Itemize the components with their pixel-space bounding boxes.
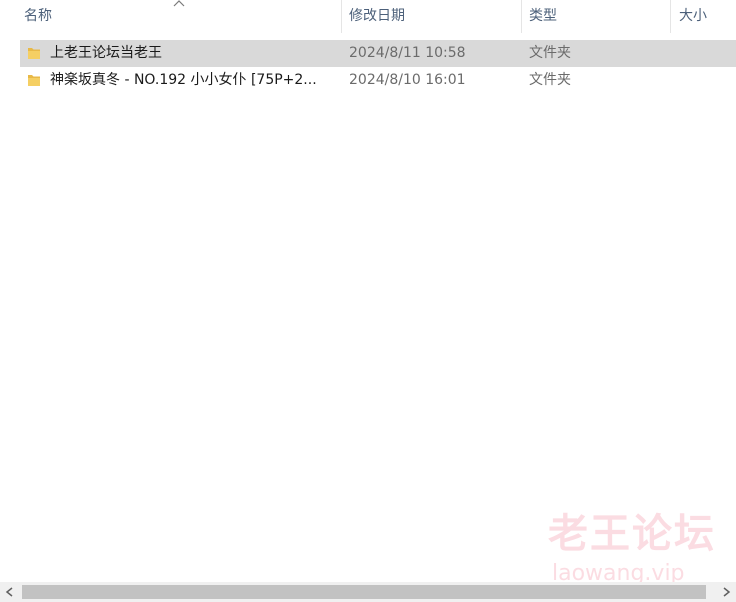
file-name: 神楽坂真冬 - NO.192 小小女仆 [75P+2...: [50, 72, 317, 88]
file-type: 文件夹: [529, 72, 571, 88]
folder-icon: [28, 48, 40, 59]
file-row[interactable]: 神楽坂真冬 - NO.192 小小女仆 [75P+2... 2024/8/10 …: [20, 67, 736, 94]
horizontal-scrollbar[interactable]: [0, 582, 736, 602]
file-modified-date: 2024/8/10 16:01: [349, 72, 466, 88]
file-row[interactable]: 上老王论坛当老王 2024/8/11 10:58 文件夹: [20, 40, 736, 67]
column-header-name[interactable]: 名称: [18, 0, 341, 33]
watermark-chinese: 老王论坛: [548, 511, 716, 557]
column-divider[interactable]: [670, 0, 671, 33]
column-header-type[interactable]: 类型: [523, 0, 670, 33]
file-name: 上老王论坛当老王: [50, 45, 162, 61]
column-header-date[interactable]: 修改日期: [343, 0, 521, 33]
column-header-bar: 名称 修改日期 类型 大小: [0, 0, 736, 33]
folder-icon: [28, 75, 40, 86]
column-divider[interactable]: [521, 0, 522, 33]
file-modified-date: 2024/8/11 10:58: [349, 45, 466, 61]
file-type: 文件夹: [529, 45, 571, 61]
column-divider[interactable]: [341, 0, 342, 33]
chevron-left-icon[interactable]: [0, 582, 20, 602]
column-header-size[interactable]: 大小: [673, 0, 736, 33]
watermark: 老王论坛 laowang.vip: [548, 508, 728, 588]
scrollbar-thumb[interactable]: [22, 585, 706, 599]
chevron-right-icon[interactable]: [716, 582, 736, 602]
